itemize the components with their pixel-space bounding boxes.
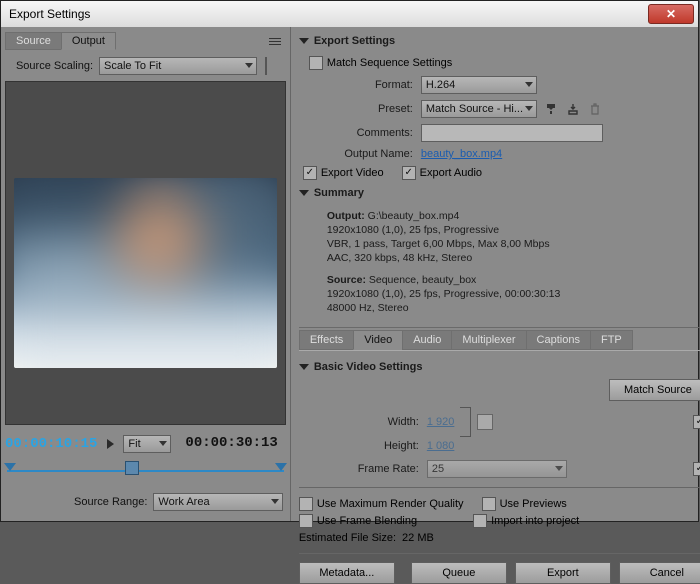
settings-tabs: Effects Video Audio Multiplexer Captions… [299, 327, 700, 351]
use-previews-checkbox[interactable] [482, 497, 496, 511]
height-value[interactable]: 1 080 [427, 440, 455, 452]
export-button[interactable]: Export [515, 562, 611, 584]
preview-tabs: Source Output [5, 31, 286, 51]
source-scaling-dropdown[interactable]: Scale To Fit [99, 57, 257, 75]
export-video-label: Export Video [321, 167, 384, 179]
preview-area[interactable] [5, 81, 286, 425]
tab-output[interactable]: Output [61, 32, 116, 50]
tab-effects[interactable]: Effects [299, 330, 354, 350]
height-label: Height: [299, 440, 427, 452]
max-render-quality-checkbox[interactable] [299, 497, 313, 511]
width-match-checkbox[interactable] [693, 415, 700, 429]
chevron-down-icon [159, 441, 167, 446]
close-icon: ✕ [666, 7, 676, 21]
import-preset-icon[interactable] [565, 101, 581, 117]
match-sequence-checkbox[interactable] [309, 56, 323, 70]
width-label: Width: [299, 416, 427, 428]
disclosure-triangle-icon[interactable] [299, 190, 309, 196]
frame-rate-match-checkbox[interactable] [693, 462, 700, 476]
max-render-quality-label: Use Maximum Render Quality [317, 498, 464, 510]
frame-rate-label: Frame Rate: [299, 463, 427, 475]
estimated-size-value: 22 MB [402, 532, 434, 544]
window-title: Export Settings [5, 7, 648, 21]
import-project-checkbox[interactable] [473, 514, 487, 528]
play-icon [107, 439, 114, 449]
chevron-down-icon [525, 82, 533, 87]
format-dropdown[interactable]: H.264 [421, 76, 537, 94]
chevron-down-icon [271, 499, 279, 504]
preset-label: Preset: [299, 103, 421, 115]
match-sequence-label: Match Sequence Settings [327, 57, 452, 69]
zoom-fit-value: Fit [128, 438, 140, 450]
tab-audio[interactable]: Audio [402, 330, 452, 350]
close-button[interactable]: ✕ [648, 4, 694, 24]
panel-menu-icon[interactable] [266, 33, 284, 49]
format-label: Format: [299, 79, 421, 91]
tab-video[interactable]: Video [353, 330, 403, 350]
output-name-label: Output Name: [299, 148, 421, 160]
save-preset-icon[interactable] [543, 101, 559, 117]
disclosure-triangle-icon[interactable] [299, 38, 309, 44]
export-settings-header: Export Settings [314, 35, 395, 47]
aspect-lock-icon[interactable] [477, 414, 493, 430]
source-range-dropdown[interactable]: Work Area [153, 493, 283, 511]
chevron-down-icon [245, 63, 253, 68]
source-range-label: Source Range: [7, 496, 153, 508]
link-dimensions-icon[interactable] [460, 407, 471, 437]
export-video-checkbox[interactable] [303, 166, 317, 180]
source-scaling-label: Source Scaling: [5, 60, 99, 72]
cancel-button[interactable]: Cancel [619, 562, 700, 584]
import-project-label: Import into project [491, 515, 579, 527]
tab-multiplexer[interactable]: Multiplexer [451, 330, 526, 350]
preset-dropdown[interactable]: Match Source - Hi... [421, 100, 537, 118]
timeline-slider[interactable] [7, 463, 284, 479]
metadata-button[interactable]: Metadata... [299, 562, 395, 584]
divider [265, 57, 267, 75]
estimated-size-label: Estimated File Size: [299, 532, 396, 544]
format-value: H.264 [426, 79, 455, 91]
current-timecode[interactable]: 00:00:10:15 [5, 436, 97, 452]
output-name-link[interactable]: beauty_box.mp4 [421, 148, 502, 160]
summary-output: Output: G:\beauty_box.mp4 1920x1080 (1,0… [327, 209, 700, 265]
delete-preset-icon[interactable] [587, 101, 603, 117]
playhead-icon[interactable] [125, 461, 139, 475]
frame-rate-value: 25 [432, 463, 444, 475]
width-value[interactable]: 1 920 [427, 416, 455, 428]
source-scaling-value: Scale To Fit [104, 60, 161, 72]
comments-label: Comments: [299, 127, 421, 139]
basic-video-header: Basic Video Settings [314, 361, 423, 373]
export-audio-checkbox[interactable] [402, 166, 416, 180]
tab-ftp[interactable]: FTP [590, 330, 633, 350]
comments-input[interactable] [421, 124, 603, 142]
chevron-down-icon [525, 106, 533, 111]
tab-source[interactable]: Source [5, 32, 62, 50]
duration-timecode: 00:00:30:13 [177, 429, 285, 459]
disclosure-triangle-icon[interactable] [299, 364, 309, 370]
use-previews-label: Use Previews [500, 498, 567, 510]
export-audio-label: Export Audio [420, 167, 482, 179]
summary-source: Source: Sequence, beauty_box 1920x1080 (… [327, 273, 700, 315]
play-button[interactable] [103, 437, 117, 451]
match-source-button[interactable]: Match Source [609, 379, 700, 401]
summary-header: Summary [314, 187, 364, 199]
queue-button[interactable]: Queue [411, 562, 507, 584]
chevron-down-icon [555, 466, 563, 471]
preset-value: Match Source - Hi... [426, 103, 523, 115]
tab-captions[interactable]: Captions [526, 330, 591, 350]
frame-blending-label: Use Frame Blending [317, 515, 417, 527]
titlebar: Export Settings ✕ [1, 1, 698, 28]
frame-rate-dropdown[interactable]: 25 [427, 460, 567, 478]
zoom-fit-dropdown[interactable]: Fit [123, 435, 171, 453]
frame-blending-checkbox[interactable] [299, 514, 313, 528]
source-range-value: Work Area [158, 496, 209, 508]
